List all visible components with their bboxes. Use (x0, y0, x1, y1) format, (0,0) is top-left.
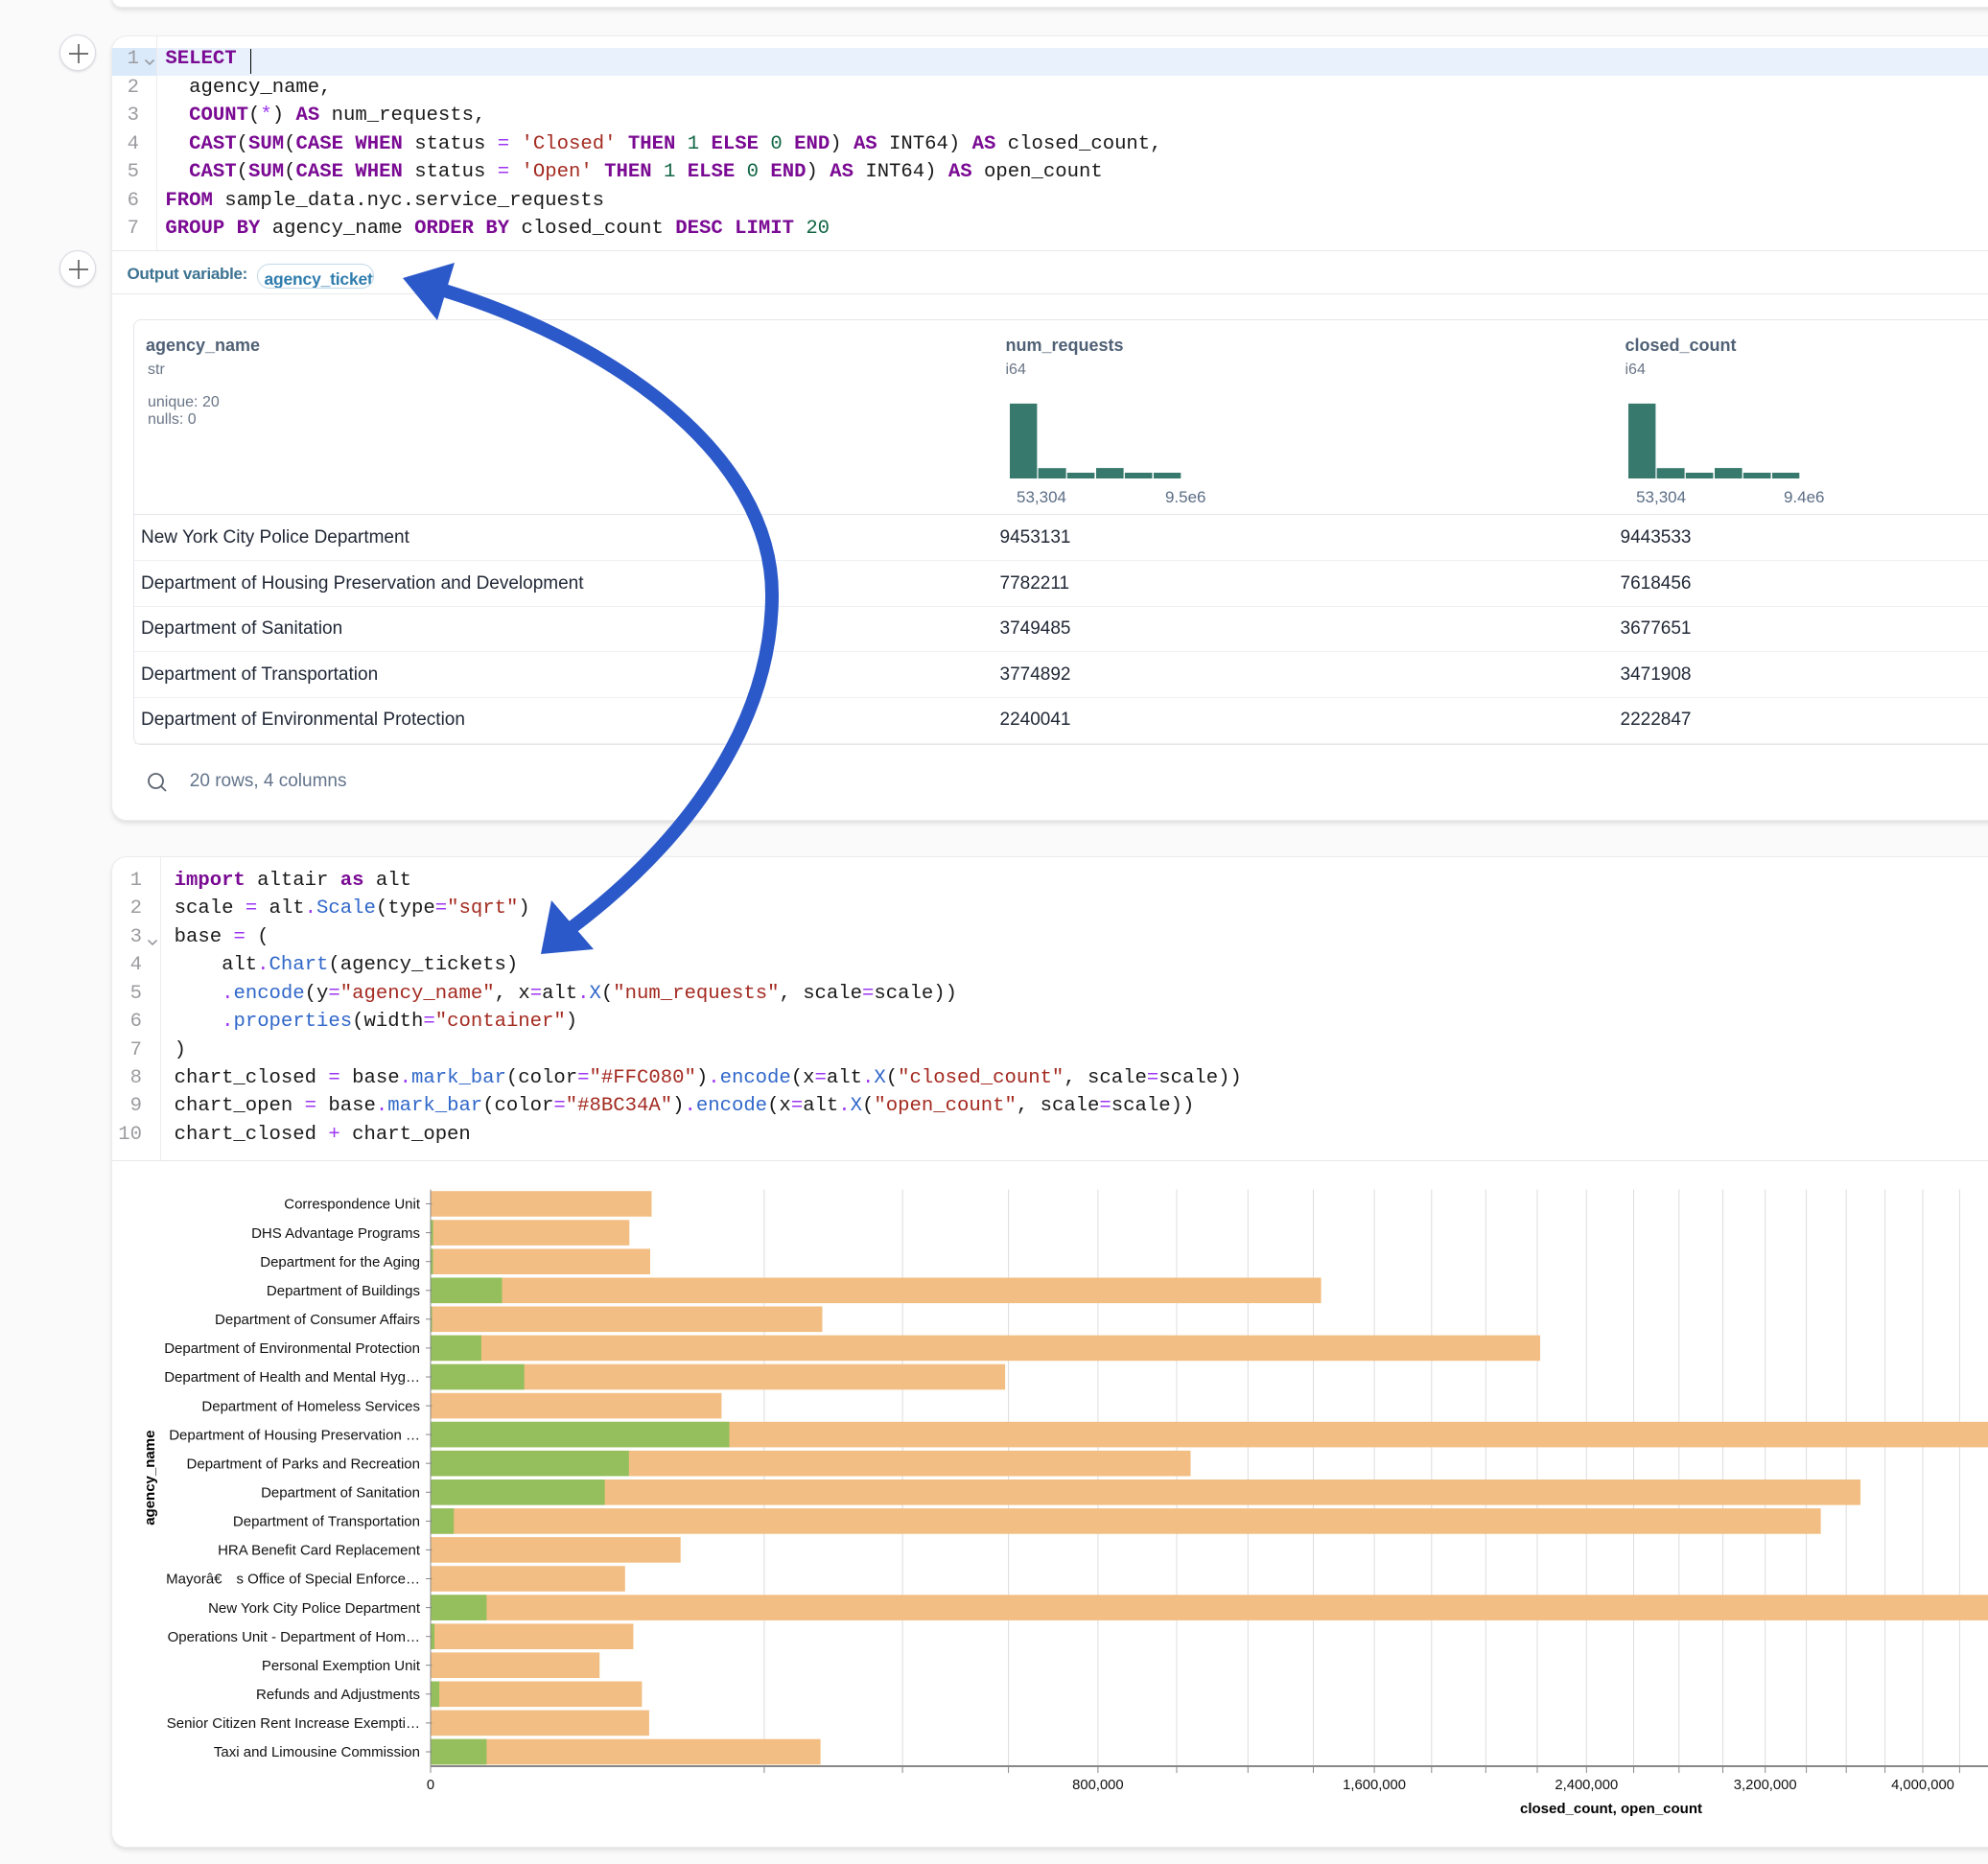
svg-text:DHS Advantage Programs: DHS Advantage Programs (251, 1225, 420, 1242)
svg-text:0: 0 (427, 1778, 434, 1793)
svg-text:3,200,000: 3,200,000 (1734, 1778, 1797, 1793)
svg-text:800,000: 800,000 (1072, 1778, 1124, 1793)
svg-text:Taxi and Limousine Commission: Taxi and Limousine Commission (214, 1744, 420, 1760)
svg-text:Department of Health and Menta: Department of Health and Mental Hyg… (164, 1369, 420, 1386)
svg-text:Refunds and Adjustments: Refunds and Adjustments (256, 1687, 420, 1703)
svg-text:2,400,000: 2,400,000 (1555, 1778, 1618, 1793)
svg-text:Personal Exemption Unit: Personal Exemption Unit (262, 1658, 421, 1674)
svg-text:Department for the Aging: Department for the Aging (260, 1254, 420, 1270)
svg-text:Department of Sanitation: Department of Sanitation (261, 1485, 420, 1502)
svg-text:Department of Parks and Recrea: Department of Parks and Recreation (187, 1456, 420, 1472)
svg-text:Department of Buildings: Department of Buildings (267, 1283, 420, 1299)
svg-text:Department of Housing Preserva: Department of Housing Preservation … (169, 1427, 420, 1443)
svg-text:agency_name: agency_name (142, 1431, 158, 1526)
svg-text:Department of Consumer Affairs: Department of Consumer Affairs (215, 1312, 420, 1328)
svg-text:Department of Environmental Pr: Department of Environmental Protection (164, 1340, 420, 1357)
svg-text:Correspondence Unit: Correspondence Unit (284, 1197, 421, 1213)
svg-text:4,000,000: 4,000,000 (1891, 1778, 1954, 1793)
svg-text:Department of Transportation: Department of Transportation (233, 1514, 420, 1530)
svg-text:Department of Homeless Service: Department of Homeless Services (201, 1398, 420, 1414)
svg-text:1,600,000: 1,600,000 (1343, 1778, 1406, 1793)
svg-text:Operations Unit - Department o: Operations Unit - Department of Hom… (168, 1629, 420, 1645)
svg-text:closed_count, open_count: closed_count, open_count (1520, 1801, 1702, 1817)
svg-text:New York City Police Departmen: New York City Police Department (208, 1600, 421, 1617)
svg-text:Mayorâ€ s Office of Special En: Mayorâ€ s Office of Special Enforce… (166, 1572, 420, 1588)
svg-text:Senior Citizen Rent Increase E: Senior Citizen Rent Increase Exempti… (167, 1715, 420, 1732)
svg-text:HRA Benefit Card Replacement: HRA Benefit Card Replacement (218, 1543, 421, 1559)
